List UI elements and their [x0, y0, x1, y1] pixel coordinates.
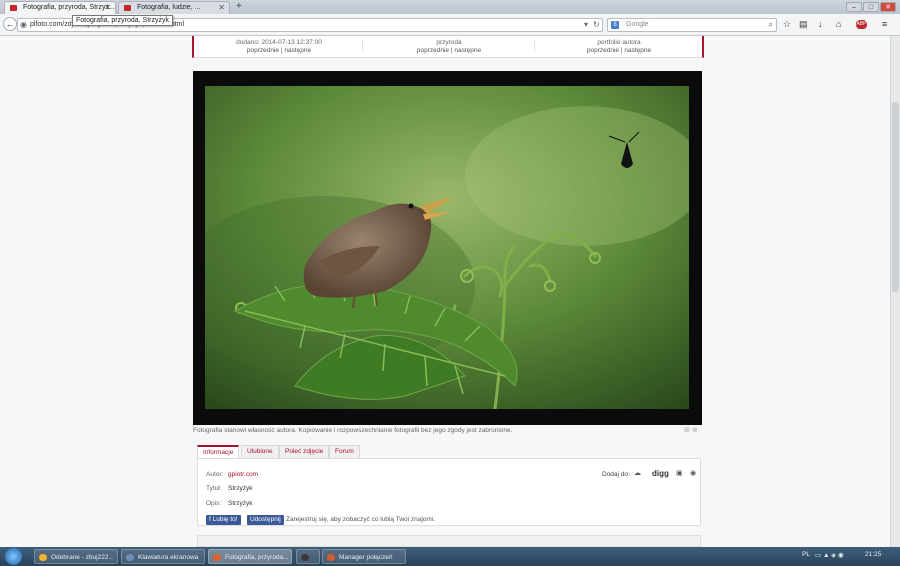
search-placeholder: Google: [626, 21, 649, 28]
reload-icon[interactable]: ↻: [593, 20, 600, 29]
search-engine-icon[interactable]: 8: [611, 21, 619, 29]
keyboard-icon: [126, 554, 134, 561]
copyright-notice: Fotografia stanowi własność autora. Kopi…: [193, 427, 513, 434]
info-col-date: dodano: 2014-07-13 12:37:00 poprzednie |…: [204, 39, 354, 55]
tab-title: Fotografia, ludzie, ...: [137, 4, 201, 11]
close-window-button[interactable]: ✕: [880, 2, 896, 12]
firefox-icon: [213, 554, 221, 561]
favicon-icon: [10, 5, 17, 11]
author-row: Autor: gpiotr.com: [206, 471, 258, 478]
tab-ulubione[interactable]: Ulubione: [241, 445, 279, 458]
tab-title: Fotografia, przyroda, Strzyż...: [23, 4, 115, 11]
info-col-category: przyroda poprzednie | następne: [374, 39, 524, 55]
photo-tools: ⊞ ⊗: [684, 426, 698, 434]
globe-icon: ◉: [20, 20, 27, 29]
facebook-register-text[interactable]: Zarejestruj się, aby zobaczyć co lubią T…: [286, 516, 435, 523]
connection-manager-icon: [327, 554, 335, 561]
digg-icon[interactable]: digg: [652, 469, 669, 478]
tab-forum[interactable]: Forum: [329, 445, 360, 458]
download-icon[interactable]: ↓: [818, 19, 823, 29]
tray-icons[interactable]: ▭ ▲ ◈ ◉: [815, 551, 844, 559]
taskbar: Odebrane - zbuj222... Klawiatura ekranow…: [0, 547, 900, 566]
tab-strip: Fotografia, przyroda, Strzyż... ✕ Fotogr…: [0, 0, 900, 14]
home-icon[interactable]: ⌂: [836, 19, 841, 29]
prev-link[interactable]: poprzednie: [417, 47, 449, 54]
language-indicator[interactable]: PL: [802, 551, 810, 558]
facebook-share-button[interactable]: Udostępnij: [247, 515, 284, 525]
star-bookmark-icon[interactable]: ☆: [783, 19, 791, 30]
wren-on-fern-image: [205, 86, 689, 409]
taskbar-item-mail[interactable]: Odebrane - zbuj222...: [34, 549, 118, 564]
category-link[interactable]: przyroda: [374, 39, 524, 47]
taskbar-item-keyboard[interactable]: Klawiatura ekranowa: [121, 549, 205, 564]
share-icon[interactable]: ▣: [676, 469, 683, 477]
next-link[interactable]: następne: [454, 47, 481, 54]
title-row: Tytuł: Strzyżyk: [206, 485, 253, 492]
description-row: Opis: Strzyżyk: [206, 500, 253, 507]
tab-tooltip: Fotografia, przyroda, Strzyżyk: [72, 15, 173, 26]
photo-frame: [193, 71, 702, 425]
tab-informacje[interactable]: Informacje: [197, 445, 240, 458]
tab-active[interactable]: Fotografia, przyroda, Strzyż... ✕: [4, 1, 116, 14]
menu-icon[interactable]: ≡: [882, 19, 887, 29]
clock[interactable]: 21:25: [865, 551, 881, 558]
report-icon[interactable]: ⊗: [692, 427, 698, 434]
dropdown-arrow-icon[interactable]: ▾: [584, 20, 588, 29]
adblock-icon[interactable]: ABP: [856, 20, 867, 29]
facebook-like-button[interactable]: f Lubię to!: [206, 515, 241, 525]
photo-details-panel: Autor: gpiotr.com Tytuł: Strzyżyk Opis: …: [197, 458, 701, 526]
start-button[interactable]: [5, 548, 22, 565]
photo-info-strip: dodano: 2014-07-13 12:37:00 poprzednie |…: [192, 36, 704, 58]
author-link[interactable]: gpiotr.com: [228, 471, 258, 478]
tab-inactive[interactable]: Fotografia, ludzie, ... ✕: [118, 1, 230, 14]
maximize-button[interactable]: □: [863, 2, 879, 12]
scrollbar-thumb[interactable]: [892, 102, 899, 292]
tab-close-icon[interactable]: ✕: [104, 2, 111, 14]
new-tab-icon[interactable]: +: [236, 1, 242, 12]
prev-link[interactable]: poprzednie: [587, 47, 619, 54]
fullscreen-icon[interactable]: ⊞: [684, 427, 690, 434]
taskbar-item-firefox[interactable]: Fotografia, przyroda...: [208, 549, 292, 564]
search-icon[interactable]: ⌕: [769, 20, 773, 30]
description-value: Strzyżyk: [228, 500, 253, 507]
back-arrow-icon[interactable]: ←: [3, 17, 17, 31]
favicon-icon: [124, 5, 131, 11]
tab-close-icon[interactable]: ✕: [218, 2, 225, 14]
title-value: Strzyżyk: [228, 485, 253, 492]
prev-link[interactable]: poprzednie: [247, 47, 279, 54]
scrollbar[interactable]: [890, 36, 900, 547]
main-photo[interactable]: [205, 86, 689, 409]
thunderbird-icon: [39, 554, 47, 561]
next-link[interactable]: następne: [284, 47, 311, 54]
page-content: dodano: 2014-07-13 12:37:00 poprzednie |…: [0, 36, 900, 547]
next-section: [197, 535, 701, 547]
taskbar-item-app[interactable]: [296, 549, 320, 564]
next-link[interactable]: następne: [624, 47, 651, 54]
minimize-button[interactable]: –: [846, 2, 862, 12]
cloud-share-icon[interactable]: ☁: [634, 469, 641, 477]
info-col-portfolio: portfolio autora poprzednie | następne: [544, 39, 694, 55]
search-bar[interactable]: 8 Google ⌕: [607, 18, 777, 32]
bookmarks-list-icon[interactable]: ▤: [799, 19, 808, 30]
add-to-label: Dodaj do:: [602, 471, 630, 478]
portfolio-link[interactable]: portfolio autora: [544, 39, 694, 47]
date-added: dodano: 2014-07-13 12:37:00: [236, 39, 322, 46]
tab-polec-zdjecie[interactable]: Poleć zdjęcie: [279, 445, 330, 458]
app-icon: [301, 554, 309, 561]
bookmark-share-icon[interactable]: ◉: [690, 469, 696, 477]
taskbar-item-connection-manager[interactable]: Manager połączeń: [322, 549, 406, 564]
